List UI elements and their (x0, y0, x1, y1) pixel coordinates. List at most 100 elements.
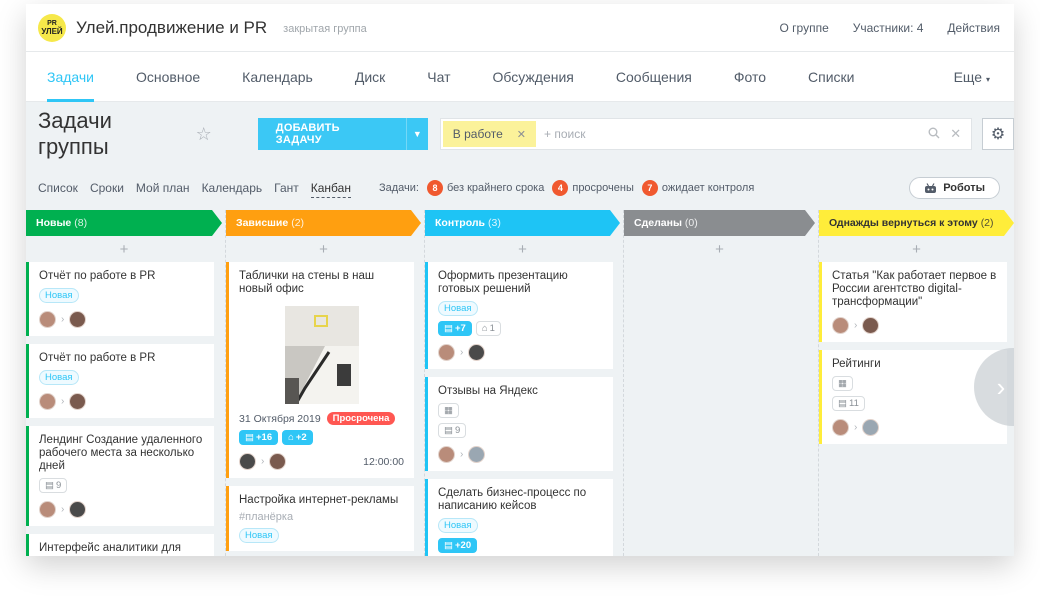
counter-badge[interactable]: 4 (552, 180, 569, 196)
column-header[interactable]: Зависшие (2) (226, 210, 421, 236)
chevron-down-icon[interactable]: ▼ (405, 118, 428, 150)
avatar[interactable] (39, 311, 56, 328)
card-title[interactable]: Таблички на стены в наш новый офис (239, 270, 404, 296)
avatar[interactable] (832, 419, 849, 436)
tab-discussions[interactable]: Обсуждения (472, 52, 595, 102)
avatar[interactable] (438, 344, 455, 361)
task-card[interactable]: Оформить презентацию готовых решений Нов… (425, 262, 613, 369)
avatar[interactable] (239, 453, 256, 470)
tab-messages[interactable]: Сообщения (595, 52, 713, 102)
card-title[interactable]: Рейтинги (832, 358, 997, 371)
add-card-icon[interactable]: + (26, 236, 222, 262)
checklist-metric[interactable]: ▤ 9 (39, 478, 68, 493)
add-card-icon[interactable]: + (624, 236, 815, 262)
attachment-metric[interactable]: ⌂ +2 (282, 430, 313, 445)
card-title[interactable]: Лендинг Создание удаленного рабочего мес… (39, 434, 204, 473)
members-link[interactable]: Участники: 4 (853, 21, 924, 35)
avatar[interactable] (862, 419, 880, 436)
task-card[interactable]: Лендинг Создание удаленного рабочего мес… (26, 426, 214, 526)
staircase-photo[interactable] (284, 306, 359, 404)
about-group-link[interactable]: О группе (779, 21, 828, 35)
card-title[interactable]: Сделать бизнес-процесс по написанию кейс… (438, 487, 603, 513)
task-card[interactable]: Отчёт по работе в PR Новая › (26, 344, 214, 418)
card-title[interactable]: Отчёт по работе в PR (39, 270, 204, 283)
tab-photo[interactable]: Фото (713, 52, 787, 102)
calendar-metric[interactable]: ▦ (438, 403, 459, 418)
add-task-button[interactable]: ДОБАВИТЬ ЗАДАЧУ ▼ (257, 118, 428, 150)
avatar[interactable] (468, 344, 486, 361)
search-icon[interactable] (928, 127, 940, 142)
group-name[interactable]: Улей.продвижение и PR (76, 18, 267, 38)
view-tab-list[interactable]: Список (38, 179, 78, 197)
deadline-date[interactable]: 31 Октября 2019 (239, 413, 321, 425)
column-header[interactable]: Сделаны (0) (624, 210, 815, 236)
counter-badge[interactable]: 8 (426, 180, 443, 196)
avatar[interactable] (69, 501, 87, 518)
calendar-metric[interactable]: ▦ (832, 376, 853, 391)
task-card[interactable]: Сделать бизнес-процесс по написанию кейс… (425, 479, 613, 556)
avatar[interactable] (832, 317, 849, 334)
avatar[interactable] (269, 453, 287, 470)
close-icon[interactable]: ✕ (950, 126, 961, 142)
task-card[interactable]: Таблички на стены в наш новый офис 31 Ок… (226, 262, 414, 478)
add-card-icon[interactable]: + (425, 236, 620, 262)
tab-disk[interactable]: Диск (334, 52, 406, 102)
card-title[interactable]: Отчёт по работе в PR (39, 352, 204, 365)
task-card[interactable]: Отчёт по работе в PR Новая › (26, 262, 214, 336)
add-card-icon[interactable]: + (226, 236, 421, 262)
checklist-metric[interactable]: ▤ +16 (239, 430, 279, 445)
settings-button[interactable]: ⚙ (982, 118, 1014, 150)
view-tab-kanban[interactable]: Канбан (310, 179, 351, 198)
checklist-metric[interactable]: ▤ +7 (438, 321, 472, 336)
search-input[interactable]: + поиск (544, 127, 585, 141)
task-card[interactable]: Интерфейс аналитики для (26, 534, 214, 556)
attachment-metric[interactable]: ⌂ 1 (475, 321, 501, 336)
card-title[interactable]: Отзывы на Яндекс (438, 385, 603, 398)
tab-lists[interactable]: Списки (787, 52, 875, 102)
avatar[interactable] (468, 446, 486, 463)
task-card[interactable]: Статья "Как работает первое в России аге… (819, 262, 1007, 342)
counter-badge[interactable]: 7 (641, 180, 658, 196)
column-header[interactable]: Новые (8) (26, 210, 222, 236)
counter-label[interactable]: без крайнего срока (447, 182, 544, 194)
card-title[interactable]: Статья "Как работает первое в России аге… (832, 270, 997, 309)
card-hashtag[interactable]: #планёрка (239, 511, 404, 523)
tab-main[interactable]: Основное (115, 52, 221, 102)
counter-label[interactable]: ожидает контроля (662, 182, 754, 194)
column-header[interactable]: Контроль (3) (425, 210, 620, 236)
tab-chat[interactable]: Чат (406, 52, 471, 102)
checklist-metric[interactable]: ▤ 9 (438, 423, 467, 438)
nav-more[interactable]: Еще ▾ (954, 69, 990, 85)
card-title[interactable]: Интерфейс аналитики для (39, 542, 204, 555)
star-icon[interactable]: ☆ (196, 124, 212, 145)
task-card[interactable]: Отзывы на Яндекс ▦ ▤ 9 › (425, 377, 613, 471)
filter-chip[interactable]: В работе ✕ (442, 121, 536, 147)
counter-label[interactable]: просрочены (572, 182, 634, 194)
counters-label: Задачи: (378, 182, 419, 194)
robots-button[interactable]: Роботы (909, 177, 1000, 199)
view-tab-my-plan[interactable]: Мой план (136, 179, 190, 197)
avatar[interactable] (69, 393, 87, 410)
task-card[interactable]: Настройка интернет-рекламы #планёрка Нов… (226, 486, 414, 551)
avatar[interactable] (39, 393, 56, 410)
view-tab-deadlines[interactable]: Сроки (90, 179, 124, 197)
add-card-icon[interactable]: + (819, 236, 1014, 262)
avatar[interactable] (69, 311, 87, 328)
card-title[interactable]: Настройка интернет-рекламы (239, 494, 404, 507)
view-tab-calendar[interactable]: Календарь (202, 179, 263, 197)
avatar[interactable] (39, 501, 56, 518)
avatar[interactable] (438, 446, 455, 463)
checklist-metric[interactable]: ▤ +20 (438, 538, 478, 553)
actions-link[interactable]: Действия (947, 21, 1000, 35)
group-logo[interactable]: PR УЛЕЙ (38, 13, 66, 42)
column-header[interactable]: Однажды вернуться к этому (2) (819, 210, 1014, 236)
card-people: › (832, 317, 997, 334)
tab-calendar[interactable]: Календарь (221, 52, 334, 102)
tab-tasks[interactable]: Задачи (26, 52, 115, 102)
checklist-metric[interactable]: ▤ 11 (832, 396, 865, 411)
avatar[interactable] (862, 317, 880, 334)
filter-search-box[interactable]: В работе ✕ + поиск ✕ (439, 118, 973, 150)
card-title[interactable]: Оформить презентацию готовых решений (438, 270, 603, 296)
view-tab-gantt[interactable]: Гант (274, 179, 299, 197)
close-icon[interactable]: ✕ (517, 128, 526, 141)
